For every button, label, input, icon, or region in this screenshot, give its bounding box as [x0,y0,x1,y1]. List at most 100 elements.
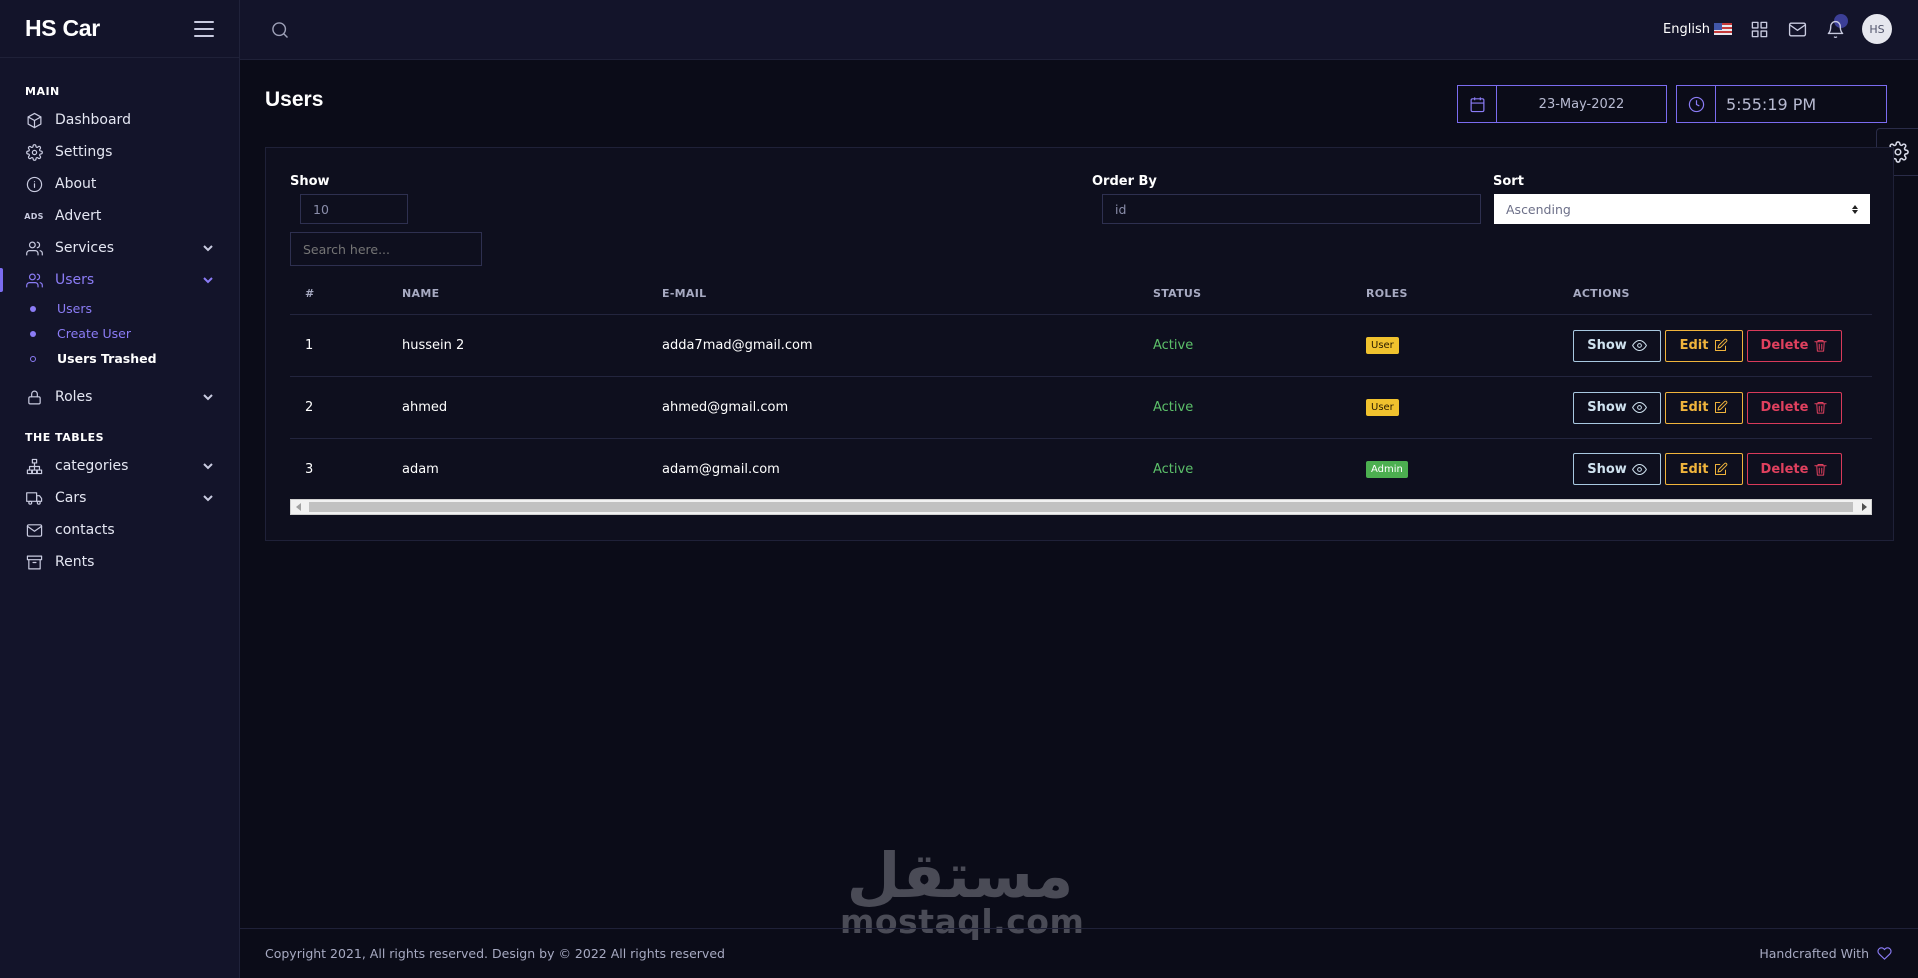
delete-button[interactable]: Delete [1747,391,1842,424]
archive-icon [25,553,43,571]
scroll-left-icon[interactable] [291,500,305,514]
show-button[interactable]: Show [1573,329,1661,362]
cell-id: 2 [305,400,314,415]
brand-logo[interactable]: HS Car [25,15,100,42]
edit-icon [1715,462,1728,475]
sort-select[interactable]: Ascending [1494,194,1870,224]
sidebar-item-label: Services [55,240,115,256]
edit-icon [1715,338,1728,351]
apps-grid-icon[interactable] [1748,18,1770,40]
trash-icon [1814,402,1828,414]
truck-icon [25,489,43,507]
sidebar-item-dashboard[interactable]: Dashboard [0,104,239,136]
order-by-input[interactable]: id [1102,194,1481,224]
col-header-email[interactable]: E-MAIL [662,287,1153,300]
users-icon [25,239,43,257]
sidebar: HS Car MAIN Dashboard Settings About ADS… [0,0,240,978]
mostaql-watermark: مستقل mostaql.com [840,839,1084,939]
row-actions: Show Edit Delete [1573,453,1872,485]
language-selector[interactable]: English [1663,22,1732,37]
sidebar-item-services[interactable]: Services [0,232,239,264]
menu-toggle-icon[interactable] [194,20,214,37]
sidebar-item-settings[interactable]: Settings [0,136,239,168]
col-header-status[interactable]: STATUS [1153,287,1366,300]
select-arrows-icon [1852,204,1858,214]
clock-icon [1677,86,1716,122]
sidebar-item-label: Users [55,272,95,288]
sidebar-item-contacts[interactable]: contacts [0,514,239,546]
cell-status: Active [1153,338,1194,353]
sort-select-value: Ascending [1506,201,1571,217]
cell-name: hussein 2 [402,338,465,353]
scrollbar-thumb[interactable] [309,502,1853,512]
show-button[interactable]: Show [1573,391,1661,424]
col-header-name[interactable]: NAME [402,287,662,300]
sidebar-subitem-create-user[interactable]: Create User [0,321,239,346]
edit-button[interactable]: Edit [1665,391,1743,424]
sidebar-subitem-label: Create User [57,326,131,341]
footer: Copyright 2021, All rights reserved. Des… [240,928,1918,978]
sidebar-item-label: categories [55,458,129,474]
trash-icon [1814,340,1828,352]
footer-handcrafted-label: Handcrafted With [1759,946,1869,961]
table-row: 3 adam adam@gmail.com Active Admin Show … [290,439,1872,499]
time-display: 5:55:19 PM [1676,85,1887,123]
cell-status: Active [1153,461,1194,477]
cell-email: adda7mad@gmail.com [662,338,813,353]
cell-id: 1 [305,338,314,353]
topbar: English HS [240,0,1918,60]
order-by-label: Order By [1092,174,1157,189]
role-badge: User [1366,337,1399,354]
search-input[interactable] [290,232,482,266]
sidebar-item-rents[interactable]: Rents [0,546,239,578]
eye-icon [1631,463,1647,475]
delete-button[interactable]: Delete [1747,453,1842,485]
nav-section-main: MAIN [25,85,60,98]
sidebar-subitem-users-trashed[interactable]: Users Trashed [0,346,239,371]
edit-icon [1715,400,1728,413]
sidebar-subitem-users[interactable]: Users [0,296,239,321]
horizontal-scrollbar[interactable] [290,499,1872,515]
mail-icon [25,521,43,539]
sort-label: Sort [1493,174,1524,189]
show-button[interactable]: Show [1573,453,1661,485]
table-row: 1 hussein 2 adda7mad@gmail.com Active Us… [290,315,1872,377]
sidebar-subitem-label: Users Trashed [57,351,157,366]
show-count-input[interactable]: 10 [300,194,408,224]
sidebar-item-categories[interactable]: categories [0,450,239,482]
search-icon[interactable] [270,20,290,40]
brand-bar: HS Car [0,0,239,58]
calendar-icon [1458,86,1497,122]
sidebar-item-label: Dashboard [55,112,131,128]
col-header-number[interactable]: # [290,287,402,300]
avatar[interactable]: HS [1862,14,1892,44]
sidebar-item-label: About [55,176,97,192]
mail-icon[interactable] [1786,18,1808,40]
sidebar-item-label: contacts [55,522,115,538]
lock-icon [25,388,43,406]
edit-button[interactable]: Edit [1665,453,1743,485]
sidebar-item-cars[interactable]: Cars [0,482,239,514]
delete-button[interactable]: Delete [1747,329,1842,362]
sidebar-item-about[interactable]: About [0,168,239,200]
edit-button[interactable]: Edit [1665,329,1743,362]
row-actions: Show Edit Delete [1573,391,1872,424]
sidebar-item-label: Advert [55,208,102,224]
chevron-down-icon [202,274,214,286]
role-badge: User [1366,399,1399,416]
sidebar-item-users[interactable]: Users [0,264,239,296]
col-header-roles[interactable]: ROLES [1366,287,1573,300]
us-flag-icon [1714,23,1732,35]
watermark-arabic: مستقل [846,839,1074,912]
bullet-outline-icon [30,355,36,362]
trash-icon [1814,463,1828,476]
scroll-right-icon[interactable] [1857,500,1871,514]
bell-icon[interactable] [1824,14,1848,40]
heart-icon [1877,947,1892,960]
info-icon [25,175,43,193]
sidebar-item-roles[interactable]: Roles [0,381,239,413]
chevron-down-icon [202,242,214,254]
sidebar-item-advert[interactable]: ADS Advert [0,200,239,232]
page-title: Users [265,88,324,111]
eye-icon [1631,340,1647,351]
